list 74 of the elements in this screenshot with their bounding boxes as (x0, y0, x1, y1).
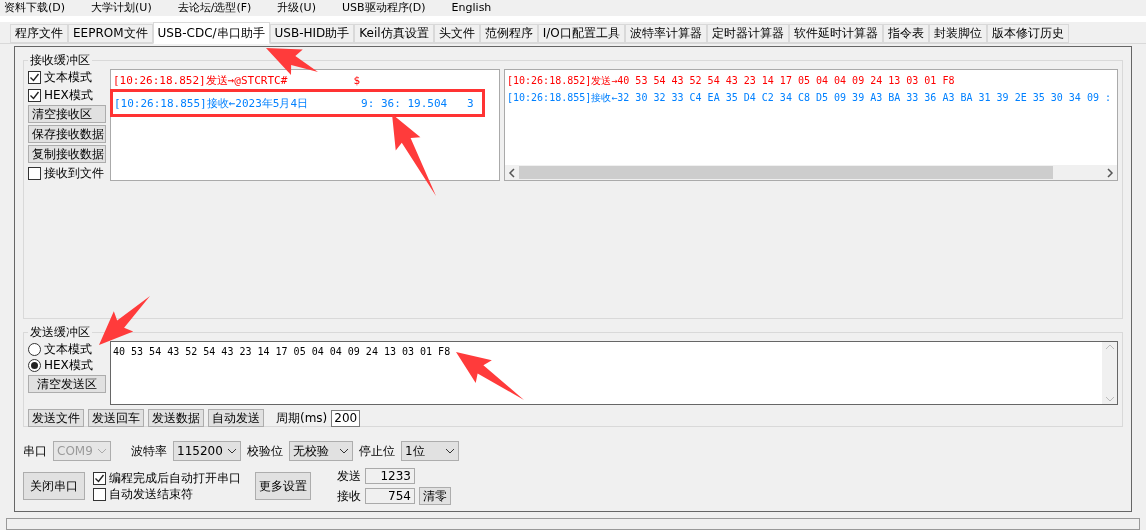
tab[interactable]: 头文件 (433, 24, 480, 43)
button[interactable]: 发送数据 (148, 409, 204, 427)
chevron-down-icon (339, 448, 349, 454)
chevron-down-icon (227, 448, 237, 454)
button[interactable]: 自动发送 (208, 409, 264, 427)
radio-button[interactable]: HEX模式 (28, 357, 106, 373)
button[interactable]: 关闭串口 (23, 472, 85, 500)
tab[interactable]: 指令表 (882, 24, 929, 43)
log-line: [10:26:18.855]接收←32 30 32 33 C4 EA 35 D4 C2 34 C8 D5 09 39 A3 BA 33 36 A3 BA 31 39 2E 35 30 34 09 : (507, 91, 1112, 105)
period-field[interactable]: 200 (331, 409, 361, 427)
button[interactable]: 更多设置 (255, 472, 311, 500)
checkbox[interactable]: 接收到文件 (28, 165, 106, 181)
tab[interactable]: 程序文件 (10, 24, 68, 43)
checkbox[interactable]: HEX模式 (28, 87, 106, 103)
annotation-arrow (456, 352, 524, 400)
tab[interactable]: 定时器计算器 (706, 24, 789, 43)
tab[interactable]: USB-CDC/串口助手 (152, 22, 270, 44)
tab[interactable]: Keil仿真设置 (354, 24, 434, 43)
log-line: [10:26:18.852]发送→@STCRTC# $ (113, 73, 361, 89)
parity-label: 校验位 (247, 443, 283, 460)
log-line: [10:26:18.852]发送→40 53 54 43 52 54 43 23 14 17 05 04 04 09 24 13 03 01 F8 (507, 74, 956, 88)
sent-label: 发送 (337, 468, 361, 485)
checkbox[interactable]: 文本模式 (28, 69, 106, 85)
button[interactable]: 发送回车 (88, 409, 144, 427)
tab[interactable]: 范例程序 (479, 24, 538, 43)
chevron-up-icon[interactable] (1104, 344, 1115, 350)
checkmark-icon (29, 89, 40, 101)
button[interactable]: 清空发送区 (28, 375, 106, 393)
checkmark-icon (29, 71, 40, 83)
dropdown[interactable]: 无校验 (289, 441, 353, 461)
checkbox[interactable]: 编程完成后自动打开串口 (93, 470, 241, 486)
log-line: [10:26:18.855]接收←2023年5月4日 9: 36: 19.504 3 (114, 95, 474, 112)
received-count-field: 754 (365, 488, 415, 504)
tab[interactable]: USB-HID助手 (269, 24, 355, 43)
checkbox[interactable]: 自动发送结束符 (93, 486, 241, 502)
text-receive-area[interactable]: [10:26:18.852]发送→@STCRTC# $ [10:26:18.855]接收←2023年5月4日 9: 36: 19.504 3 (110, 69, 500, 181)
chevron-down-icon (97, 448, 107, 454)
menu-item[interactable]: USB驱动程序(D) (341, 2, 426, 14)
tab[interactable]: EEPROM文件 (68, 24, 153, 43)
button[interactable]: 清零 (419, 487, 451, 505)
menu-item[interactable]: English (451, 2, 492, 14)
dropdown[interactable]: 115200 (173, 441, 241, 461)
tab[interactable]: 版本修订历史 (986, 24, 1069, 43)
sent-count-field: 1233 (365, 468, 415, 484)
tab[interactable]: 波特率计算器 (624, 24, 707, 43)
tab[interactable]: 封装脚位 (928, 24, 987, 43)
checkmark-icon (94, 472, 105, 484)
chevron-down-icon (445, 448, 455, 454)
menu-item[interactable]: 去论坛/选型(F) (177, 2, 252, 14)
button[interactable]: 复制接收数据 (28, 145, 106, 163)
chevron-down-icon[interactable] (1104, 396, 1115, 402)
menu-item[interactable]: 资料下载(D) (4, 2, 66, 14)
annotation-arrow (266, 48, 318, 75)
group-title: 发送缓冲区 (29, 324, 91, 341)
button[interactable]: 发送文件 (28, 409, 84, 427)
tab[interactable]: 软件延时计算器 (788, 24, 883, 43)
baud-rate-label: 波特率 (131, 443, 167, 460)
button[interactable]: 保存接收数据 (28, 125, 106, 143)
tab[interactable]: I/O口配置工具 (537, 24, 625, 43)
port-label: 串口 (23, 443, 47, 460)
menu-item[interactable]: 升级(U) (277, 2, 316, 14)
annotation-arrow (99, 296, 150, 345)
button[interactable]: 清空接收区 (28, 105, 106, 123)
received-label: 接收 (337, 488, 361, 505)
horizontal-scrollbar[interactable] (505, 165, 1117, 180)
vertical-scrollbar[interactable] (1102, 342, 1117, 404)
send-text-area[interactable]: 40 53 54 43 52 54 43 23 14 17 05 04 04 09 24 13 03 01 F8 (110, 341, 1118, 405)
hex-receive-area[interactable]: [10:26:18.852]发送→40 53 54 43 52 54 43 23 14 17 05 04 04 09 24 13 03 01 F8 [10:26:18.855]接收←32 30 32 33 C4 EA 35 D4 C2 34 C8 D5 09 39 A3 BA 33 36 A3 BA 31 39 2E 35 30 34 09 : (504, 69, 1118, 181)
menu-item[interactable]: 大学计划(U) (91, 2, 152, 14)
period-label: 周期(ms) (276, 410, 328, 427)
dropdown[interactable]: 1位 (401, 441, 459, 461)
radio-button[interactable]: 文本模式 (28, 341, 106, 357)
stop-bits-label: 停止位 (359, 443, 395, 460)
group-title: 接收缓冲区 (29, 52, 91, 69)
